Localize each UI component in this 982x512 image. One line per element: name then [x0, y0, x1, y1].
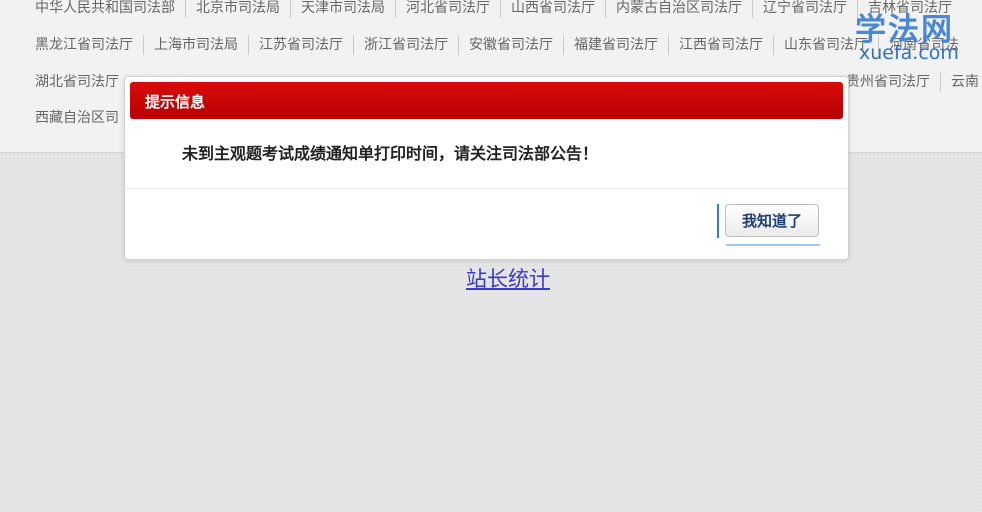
nav-link-fujian[interactable]: 福建省司法厅 [563, 35, 668, 55]
logo-text-en: xuefa.com [859, 42, 959, 64]
nav-link-moj[interactable]: 中华人民共和国司法部 [25, 0, 185, 18]
nav-link-neimenggu[interactable]: 内蒙古自治区司法厅 [605, 0, 752, 18]
nav-link-shanghai[interactable]: 上海市司法局 [143, 35, 248, 55]
dialog-title: 提示信息 [145, 93, 206, 111]
nav-row-4: 西藏自治区司 [25, 108, 129, 136]
nav-link-tianjin[interactable]: 天津市司法局 [290, 0, 395, 18]
nav-link-liaoning[interactable]: 辽宁省司法厅 [752, 0, 857, 18]
dialog-message: 未到主观题考试成绩通知单打印时间，请关注司法部公告！ [182, 144, 599, 163]
nav-link-jiangsu[interactable]: 江苏省司法厅 [248, 35, 353, 55]
button-focus-underline [726, 244, 820, 246]
ok-button[interactable]: 我知道了 [725, 204, 819, 237]
site-stats-link[interactable]: 站长统计 [466, 263, 550, 293]
nav-link-heilongjiang[interactable]: 黑龙江省司法厅 [25, 35, 143, 55]
nav-link-guizhou[interactable]: 贵州省司法厅 [836, 72, 940, 92]
nav-link-yunnan[interactable]: 云南 [940, 72, 982, 92]
site-logo[interactable]: 学法网 xuefa.com [853, 4, 978, 66]
nav-link-anhui[interactable]: 安徽省司法厅 [458, 35, 563, 55]
nav-link-hubei[interactable]: 湖北省司法厅 [25, 72, 129, 92]
nav-row-1: 中华人民共和国司法部 北京市司法局 天津市司法局 河北省司法厅 山西省司法厅 内蒙古自治区… [25, 0, 962, 26]
button-focus-bar [717, 204, 719, 238]
notice-dialog: 提示信息 未到主观题考试成绩通知单打印时间，请关注司法部公告！ 我知道了 [124, 76, 849, 260]
nav-link-xizang[interactable]: 西藏自治区司 [25, 108, 129, 128]
nav-row-2: 黑龙江省司法厅 上海市司法局 江苏省司法厅 浙江省司法厅 安徽省司法厅 福建省司法厅 江西省… [25, 35, 969, 63]
nav-row-3-right: 贵州省司法厅 云南 [836, 72, 982, 100]
dialog-divider [125, 188, 848, 189]
nav-link-beijing[interactable]: 北京市司法局 [185, 0, 290, 18]
nav-link-hebei[interactable]: 河北省司法厅 [395, 0, 500, 18]
nav-link-zhejiang[interactable]: 浙江省司法厅 [353, 35, 458, 55]
nav-link-jiangxi[interactable]: 江西省司法厅 [668, 35, 773, 55]
nav-row-3: 湖北省司法厅 [25, 72, 129, 100]
nav-link-shanxi[interactable]: 山西省司法厅 [500, 0, 605, 18]
dialog-header: 提示信息 [130, 82, 843, 119]
